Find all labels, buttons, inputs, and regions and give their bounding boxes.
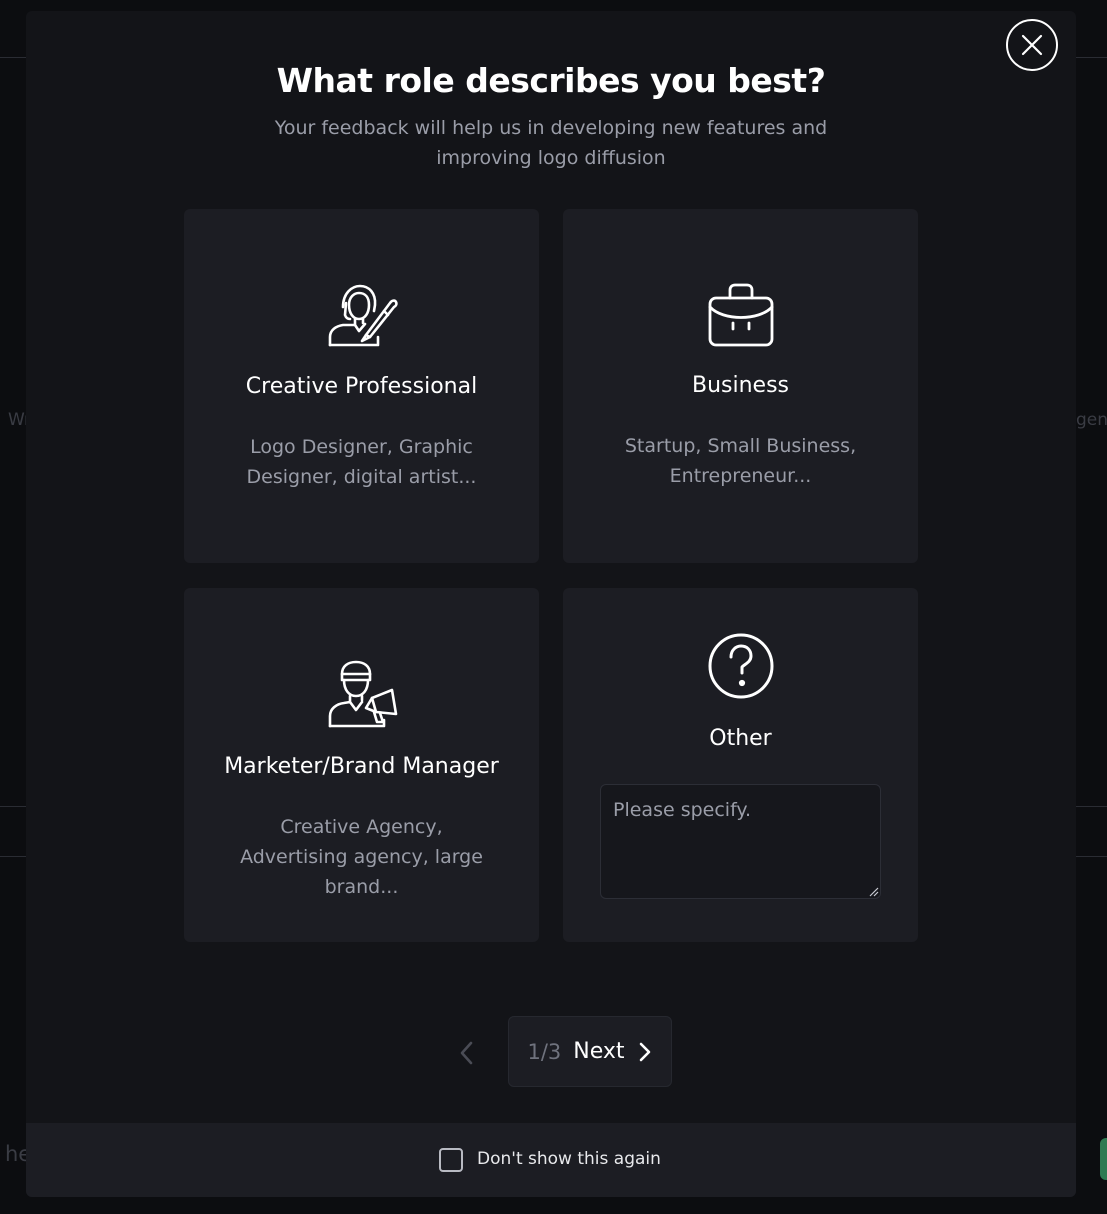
other-specify-input[interactable] — [600, 784, 881, 899]
modal-footer: Don't show this again — [26, 1123, 1076, 1197]
next-button[interactable]: 1/3 Next — [508, 1016, 672, 1087]
modal-title: What role describes you best? — [276, 61, 826, 100]
question-circle-icon — [708, 633, 774, 699]
chevron-right-icon — [639, 1042, 650, 1061]
page-indicator: 1/3 — [527, 1039, 562, 1064]
background-text-fragment: gene — [1076, 410, 1107, 430]
role-survey-modal: What role describes you best? Your feedb… — [26, 11, 1076, 1197]
role-card-other[interactable]: Other — [563, 588, 918, 942]
role-card-business[interactable]: Business Startup, Small Business, Entrep… — [563, 209, 918, 563]
role-card-description: Logo Designer, Graphic Designer, digital… — [246, 436, 477, 488]
chevron-left-icon — [460, 1041, 473, 1065]
role-card-title: Creative Professional — [245, 374, 478, 399]
role-card-creative-professional[interactable]: Creative Professional Logo Designer, Gra… — [184, 209, 539, 563]
modal-subtitle: Your feedback will help us in developing… — [274, 117, 828, 169]
megaphone-person-icon — [328, 660, 398, 728]
next-button-label: Next — [573, 1039, 625, 1064]
role-card-description: Startup, Small Business, Entrepreneur... — [624, 435, 857, 487]
close-icon — [1021, 34, 1043, 56]
role-card-description: Creative Agency, Advertising agency, lar… — [240, 816, 483, 898]
role-card-title: Marketer/Brand Manager — [224, 754, 499, 779]
previous-button[interactable] — [456, 1039, 480, 1067]
background-action-button — [1100, 1138, 1107, 1180]
dont-show-again-label[interactable]: Don't show this again — [477, 1149, 661, 1169]
role-card-marketer[interactable]: Marketer/Brand Manager Creative Agency, … — [184, 588, 539, 942]
role-card-title: Other — [709, 726, 772, 751]
role-card-title: Business — [691, 373, 789, 398]
briefcase-icon — [708, 283, 774, 347]
resize-handle-icon[interactable] — [869, 887, 879, 897]
artist-brush-icon — [328, 284, 398, 347]
dont-show-again-checkbox[interactable] — [439, 1148, 463, 1172]
